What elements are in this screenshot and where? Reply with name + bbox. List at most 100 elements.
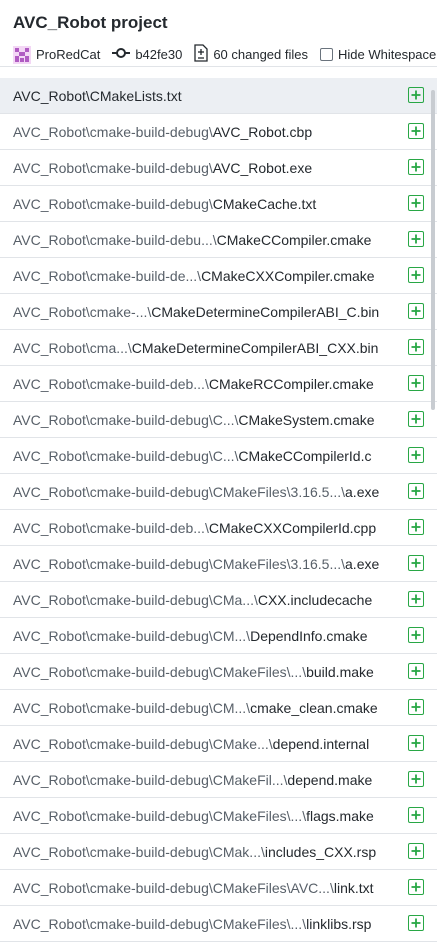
file-name: CMakeCCompiler.cmake bbox=[216, 231, 372, 248]
file-row[interactable]: AVC_Robot\cma...\CMakeDetermineCompilerA… bbox=[0, 330, 437, 366]
file-dir: AVC_Robot\cmake-build-debug\ bbox=[13, 123, 213, 140]
changed-files-count: 60 changed files bbox=[213, 47, 308, 62]
file-name: a.exe bbox=[345, 555, 380, 572]
file-row[interactable]: AVC_Robot\cmake-build-debug\CMakeCache.t… bbox=[0, 186, 437, 222]
file-dir: AVC_Robot\ bbox=[13, 87, 90, 104]
file-row[interactable]: AVC_Robot\cmake-build-debug\C...\CMakeSy… bbox=[0, 402, 437, 438]
file-row[interactable]: AVC_Robot\cmake-build-debu...\CMakeCComp… bbox=[0, 222, 437, 258]
file-path: AVC_Robot\cmake-build-de...\CMakeCXXComp… bbox=[13, 268, 437, 284]
file-row[interactable]: AVC_Robot\cmake-build-deb...\CMakeRCComp… bbox=[0, 366, 437, 402]
file-dir: AVC_Robot\cma...\ bbox=[13, 339, 132, 356]
file-added-icon bbox=[408, 195, 424, 211]
file-name: depend.internal bbox=[272, 735, 370, 752]
file-added-icon bbox=[408, 843, 424, 859]
file-name: CMakeCXXCompiler.cmake bbox=[201, 267, 375, 284]
file-added-icon bbox=[408, 483, 424, 499]
file-row[interactable]: AVC_Robot\cmake-build-de...\CMakeCXXComp… bbox=[0, 258, 437, 294]
file-dir: AVC_Robot\cmake-build-debug\CM...\ bbox=[13, 699, 251, 716]
file-row[interactable]: AVC_Robot\CMakeLists.txt bbox=[0, 78, 437, 114]
file-dir: AVC_Robot\cmake-build-debug\ bbox=[13, 159, 213, 176]
file-dir: AVC_Robot\cmake-build-debug\CMakeFiles\.… bbox=[13, 663, 307, 680]
file-row[interactable]: AVC_Robot\cmake-build-debug\CMa...\CXX.i… bbox=[0, 582, 437, 618]
file-path: AVC_Robot\cmake-build-debug\AVC_Robot.ex… bbox=[13, 160, 437, 176]
file-dir: AVC_Robot\cmake-build-debug\C...\ bbox=[13, 411, 239, 428]
file-name: CMakeLists.txt bbox=[89, 87, 182, 104]
file-dir: AVC_Robot\cmake-build-debug\CMakeFiles\3… bbox=[13, 483, 346, 500]
file-dir: AVC_Robot\cmake-build-debug\CMak...\ bbox=[13, 843, 265, 860]
file-row[interactable]: AVC_Robot\cmake-build-debug\CMak...\incl… bbox=[0, 834, 437, 870]
file-name: CMakeSystem.cmake bbox=[238, 411, 375, 428]
hide-whitespace-toggle[interactable]: Hide Whitespace bbox=[320, 47, 436, 62]
file-path: AVC_Robot\cmake-build-debug\AVC_Robot.cb… bbox=[13, 124, 437, 140]
file-added-icon bbox=[408, 411, 424, 427]
file-path: AVC_Robot\cmake-...\CMakeDetermineCompil… bbox=[13, 304, 437, 320]
scrollbar[interactable] bbox=[431, 90, 435, 410]
file-added-icon bbox=[408, 123, 424, 139]
file-dir: AVC_Robot\cmake-build-debug\CMa...\ bbox=[13, 591, 258, 608]
file-path: AVC_Robot\cma...\CMakeDetermineCompilerA… bbox=[13, 340, 437, 356]
diff-files-icon bbox=[194, 44, 208, 65]
changed-file-list: AVC_Robot\CMakeLists.txt AVC_Robot\cmake-… bbox=[0, 78, 437, 942]
file-row[interactable]: AVC_Robot\cmake-build-debug\CMakeFiles\3… bbox=[0, 474, 437, 510]
file-row[interactable]: AVC_Robot\cmake-build-debug\CMakeFiles\.… bbox=[0, 906, 437, 942]
changed-files: 60 changed files bbox=[194, 44, 308, 65]
hide-whitespace-label: Hide Whitespace bbox=[338, 47, 437, 62]
file-dir: AVC_Robot\cmake-build-debug\CM...\ bbox=[13, 627, 251, 644]
file-dir: AVC_Robot\cmake-build-debug\CMakeFiles\.… bbox=[13, 807, 307, 824]
file-path: AVC_Robot\cmake-build-debug\CMakeFiles\3… bbox=[13, 484, 437, 500]
file-row[interactable]: AVC_Robot\cmake-build-debug\AVC_Robot.ex… bbox=[0, 150, 437, 186]
file-path: AVC_Robot\cmake-build-debug\CMakeFiles\3… bbox=[13, 556, 437, 572]
file-path: AVC_Robot\cmake-build-debug\CMakeFil...\… bbox=[13, 772, 437, 788]
hide-whitespace-checkbox[interactable] bbox=[320, 48, 333, 61]
file-added-icon bbox=[408, 519, 424, 535]
file-added-icon bbox=[408, 627, 424, 643]
file-row[interactable]: AVC_Robot\cmake-build-debug\CM...\cmake_… bbox=[0, 690, 437, 726]
file-added-icon bbox=[408, 267, 424, 283]
file-dir: AVC_Robot\cmake-build-debu...\ bbox=[13, 231, 217, 248]
user-avatar-icon bbox=[13, 45, 31, 64]
file-row[interactable]: AVC_Robot\cmake-build-debug\CMakeFiles\A… bbox=[0, 870, 437, 906]
file-path: AVC_Robot\cmake-build-debug\CMa...\CXX.i… bbox=[13, 592, 437, 608]
commit[interactable]: b42fe30 bbox=[112, 47, 182, 62]
file-added-icon bbox=[408, 555, 424, 571]
file-row[interactable]: AVC_Robot\cmake-build-debug\C...\CMakeCC… bbox=[0, 438, 437, 474]
file-row[interactable]: AVC_Robot\cmake-build-debug\CMakeFiles\.… bbox=[0, 654, 437, 690]
author-name: ProRedCat bbox=[36, 47, 101, 62]
file-path: AVC_Robot\cmake-build-debug\CMakeFiles\.… bbox=[13, 916, 437, 932]
file-name: a.exe bbox=[345, 483, 380, 500]
file-name: includes_CXX.rsp bbox=[264, 843, 377, 860]
diff-header: AVC_Robot project ProRedCat b42fe30 60 c… bbox=[0, 0, 437, 67]
file-name: depend.make bbox=[287, 771, 373, 788]
file-row[interactable]: AVC_Robot\cmake-build-deb...\CMakeCXXCom… bbox=[0, 510, 437, 546]
file-row[interactable]: AVC_Robot\cmake-...\CMakeDetermineCompil… bbox=[0, 294, 437, 330]
file-name: DependInfo.cmake bbox=[250, 627, 368, 644]
file-dir: AVC_Robot\cmake-build-deb...\ bbox=[13, 519, 209, 536]
file-added-icon bbox=[408, 879, 424, 895]
file-added-icon bbox=[408, 591, 424, 607]
file-row[interactable]: AVC_Robot\cmake-build-debug\AVC_Robot.cb… bbox=[0, 114, 437, 150]
file-name: CXX.includecache bbox=[257, 591, 373, 608]
commit-sha: b42fe30 bbox=[135, 47, 183, 62]
commit-icon bbox=[112, 47, 131, 62]
file-added-icon bbox=[408, 699, 424, 715]
file-name: CMakeCache.txt bbox=[212, 195, 317, 212]
file-dir: AVC_Robot\cmake-build-debug\CMakeFiles\A… bbox=[13, 879, 334, 896]
file-name: AVC_Robot.exe bbox=[212, 159, 313, 176]
file-path: AVC_Robot\cmake-build-debug\C...\CMakeSy… bbox=[13, 412, 437, 428]
file-row[interactable]: AVC_Robot\cmake-build-debug\CMakeFiles\.… bbox=[0, 798, 437, 834]
file-dir: AVC_Robot\cmake-build-debug\C...\ bbox=[13, 447, 239, 464]
file-dir: AVC_Robot\cmake-build-debug\CMakeFiles\.… bbox=[13, 915, 307, 932]
file-path: AVC_Robot\cmake-build-debug\CM...\cmake_… bbox=[13, 700, 437, 716]
file-dir: AVC_Robot\cmake-build-debug\CMake...\ bbox=[13, 735, 273, 752]
file-added-icon bbox=[408, 735, 424, 751]
author: ProRedCat bbox=[13, 45, 101, 64]
file-added-icon bbox=[408, 915, 424, 931]
file-path: AVC_Robot\cmake-build-debug\CMakeFiles\A… bbox=[13, 880, 437, 896]
file-row[interactable]: AVC_Robot\cmake-build-debug\CMakeFiles\3… bbox=[0, 546, 437, 582]
file-added-icon bbox=[408, 447, 424, 463]
file-path: AVC_Robot\cmake-build-debug\CM...\Depend… bbox=[13, 628, 437, 644]
file-row[interactable]: AVC_Robot\cmake-build-debug\CM...\Depend… bbox=[0, 618, 437, 654]
file-row[interactable]: AVC_Robot\cmake-build-debug\CMake...\dep… bbox=[0, 726, 437, 762]
file-name: CMakeCXXCompilerId.cpp bbox=[208, 519, 377, 536]
file-row[interactable]: AVC_Robot\cmake-build-debug\CMakeFil...\… bbox=[0, 762, 437, 798]
